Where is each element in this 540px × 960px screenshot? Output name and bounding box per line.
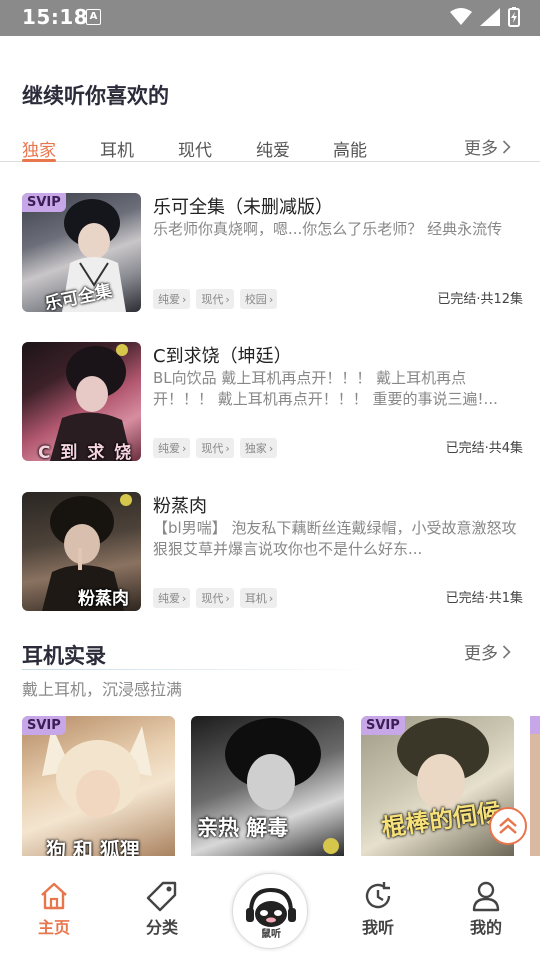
chevron-right-icon: › [225,292,230,306]
category-tabs: 独家 耳机 现代 纯爱 高能 更多 [0,130,540,162]
cover-image: C 到 求 饶 [22,342,141,461]
tag-label: 现代 [201,592,224,605]
more-button[interactable]: 更多 [464,134,511,159]
bottom-nav: 主页 分类 鼠听 我听 我的 [0,856,540,960]
tag-chip[interactable]: 耳机 › [239,588,278,608]
list-item[interactable]: SVIP 乐可全集 乐可全集（未删减版） 乐老师你真烧啊，嗯...你怎么了乐老师… [0,193,540,313]
chevron-right-icon: › [268,292,274,306]
tag-chip[interactable]: 纯爱 › [153,438,191,458]
tab-modern[interactable]: 现代 [178,136,212,161]
cover-image: SVIP 乐可全集 [22,193,141,312]
tag-list: 纯爱 › 现代 › 独家 › [153,438,278,458]
nav-label: 我的 [469,918,502,937]
chevron-right-icon: › [225,441,230,455]
chevron-right-icon [502,139,511,154]
tag-label: 耳机 [244,592,267,605]
nav-label: 分类 [145,918,178,937]
cover-caption: 粉蒸肉 [78,589,129,609]
svip-badge [530,716,540,734]
tag-label: 独家 [244,442,267,455]
more-button-earphone[interactable]: 更多 [464,639,511,664]
tab-pure-love[interactable]: 纯爱 [256,136,290,161]
tag-label: 校园 [244,293,267,306]
battery-icon [508,7,520,27]
tag-list: 纯爱 › 现代 › 校园 › [153,289,278,309]
episode-status: 已完结·共4集 [445,441,523,456]
tag-chip[interactable]: 现代 › [196,438,234,458]
nav-label: 我听 [361,918,394,937]
tag-label: 现代 [201,293,224,306]
tag-chip[interactable]: 现代 › [196,588,234,608]
chevron-right-icon: › [182,292,187,306]
home-icon [41,882,67,910]
history-icon [365,882,391,909]
chevron-right-icon: › [182,441,187,455]
tag-icon [146,881,177,912]
status-time: 15:18 [22,5,89,29]
user-icon [472,881,500,912]
scroll-to-top-button[interactable] [489,807,527,845]
tag-label: 纯爱 [158,592,180,605]
chevron-right-icon: › [268,441,274,455]
chevron-right-icon: › [182,591,187,605]
chevron-right-icon [502,644,511,659]
section-title-continue: 继续听你喜欢的 [22,84,169,108]
more-label: 更多 [464,139,498,159]
cover-caption: 亲热 解毒 [197,816,289,840]
center-label: 鼠听 [261,929,281,940]
status-bar: 15:18 A [0,0,540,36]
tag-label: 现代 [201,442,224,455]
tag-chip[interactable]: 校园 › [239,289,278,309]
wifi-icon [450,8,472,25]
item-title: 粉蒸肉 [153,496,207,517]
svip-badge: SVIP [22,193,66,212]
list-item[interactable]: C 到 求 饶 C到求饶（坤廷） BL向饮品 戴上耳机再点开！！！ 戴上耳机再点… [0,342,540,462]
double-chevron-up-icon [499,817,517,834]
section-divider [22,669,377,670]
svip-badge: SVIP [361,716,405,735]
tag-chip[interactable]: 纯爱 › [153,289,191,309]
notification-icon: A [86,9,101,25]
cover-caption: 狗 和 狐狸 [46,838,140,856]
episode-status: 已完结·共1集 [445,591,523,606]
tab-indicator [22,159,56,162]
album-cover-partial[interactable] [530,716,540,856]
nav-listen[interactable]: 我听 [343,880,413,938]
system-icons [450,7,520,27]
list-item[interactable]: 粉蒸肉 粉蒸肉 【bl男喘】 泡友私下藕断丝连戴绿帽，小受故意激怒攻 狠狠艾草并… [0,492,540,612]
item-description: 【bl男喘】 泡友私下藕断丝连戴绿帽，小受故意激怒攻 狠狠艾草并爆言说攻你也不是… [153,519,517,558]
signal-icon [480,8,500,26]
more-label: 更多 [464,644,498,664]
chevron-right-icon: › [268,591,274,605]
nav-label: 主页 [37,918,70,937]
tag-chip[interactable]: 现代 › [196,289,234,309]
tab-exclusive[interactable]: 独家 [22,136,56,161]
tag-label: 纯爱 [158,442,180,455]
section-title-earphone: 耳机实录 [22,644,106,668]
item-title: C到求饶（坤廷） [153,346,292,367]
episode-status: 已完结·共12集 [437,292,523,307]
item-description: 乐老师你真烧啊，嗯...你怎么了乐老师？ 经典永流传 [153,220,503,238]
album-cover[interactable]: 亲热 解毒 [191,716,344,856]
nav-profile[interactable]: 我的 [451,880,521,938]
tag-label: 纯爱 [158,293,180,306]
center-play-button[interactable]: 鼠听 [232,873,308,949]
item-description: BL向饮品 戴上耳机再点开！！！ 戴上耳机再点开！！！ 戴上耳机再点开！！！ 重… [153,369,498,408]
section-subtitle: 戴上耳机，沉浸感拉满 [22,680,183,699]
tab-high-energy[interactable]: 高能 [333,136,367,161]
nav-home[interactable]: 主页 [19,880,89,938]
chevron-right-icon: › [225,591,230,605]
item-title: 乐可全集（未删减版） [153,197,333,218]
album-cover[interactable]: SVIP 狗 和 狐狸 [22,716,175,856]
tag-list: 纯爱 › 现代 › 耳机 › [153,588,278,608]
cover-caption: C 到 求 饶 [38,443,134,461]
tag-chip[interactable]: 独家 › [239,438,278,458]
nav-category[interactable]: 分类 [127,880,197,938]
tag-chip[interactable]: 纯爱 › [153,588,191,608]
cover-image: 粉蒸肉 [22,492,141,611]
svip-badge: SVIP [22,716,66,735]
tab-earphone[interactable]: 耳机 [100,136,134,161]
